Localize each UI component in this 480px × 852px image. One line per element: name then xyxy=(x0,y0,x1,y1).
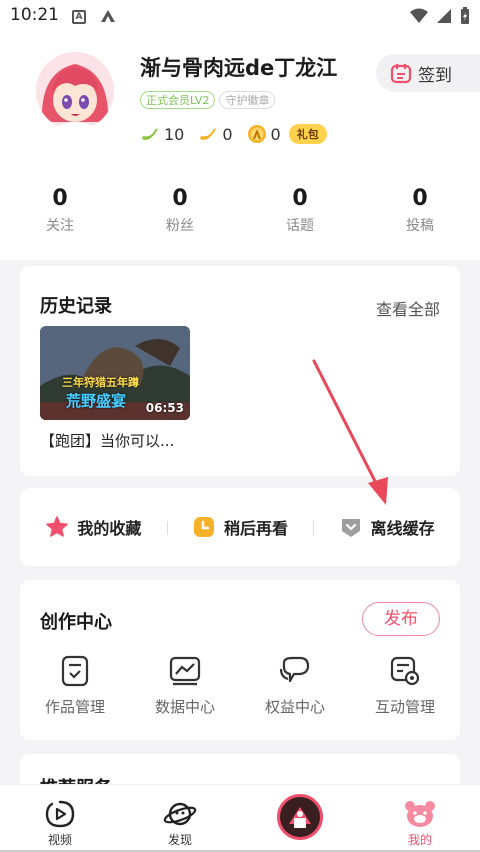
nav-video[interactable]: 视频 xyxy=(0,785,120,852)
avatar[interactable] xyxy=(36,52,114,130)
download-icon xyxy=(341,519,360,537)
see-all-link[interactable]: 查看全部 xyxy=(376,296,440,320)
works-icon xyxy=(61,655,89,687)
publish-button[interactable]: 发布 xyxy=(362,602,440,636)
status-time: 10:21 xyxy=(10,5,59,25)
stat-submissions[interactable]: 0 投稿 xyxy=(360,186,480,235)
offline-cache-button[interactable]: 离线缓存 xyxy=(313,515,460,539)
guardian-badge[interactable]: 守护徽章 xyxy=(219,91,276,109)
username[interactable]: 渐与骨肉远de丁龙江 xyxy=(140,52,337,82)
nav-label: 视频 xyxy=(47,833,72,847)
badges: 正式会员LV2 守护徽章 xyxy=(140,91,276,109)
watch-later-label: 稍后再看 xyxy=(224,519,289,538)
bear-face-icon xyxy=(405,801,435,827)
calendar-icon xyxy=(390,64,412,84)
stat-value: 0 xyxy=(52,186,68,211)
signal-icon xyxy=(437,9,451,23)
banana-value: 10 xyxy=(164,124,185,144)
thumbnail-caption-main: 荒野盛宴 xyxy=(66,392,127,410)
banana-coin-count[interactable]: 0 xyxy=(198,124,233,144)
interaction-management-button[interactable]: 互动管理 xyxy=(350,654,460,717)
interaction-icon xyxy=(390,656,420,686)
rights-icon xyxy=(279,656,310,683)
stat-topics[interactable]: 0 话题 xyxy=(240,186,360,235)
stat-label: 投稿 xyxy=(406,218,434,234)
nav-label: 我的 xyxy=(407,833,432,847)
video-duration: 06:53 xyxy=(145,401,184,415)
works-management-button[interactable]: 作品管理 xyxy=(20,654,130,717)
stat-label: 话题 xyxy=(286,218,314,234)
status-bar: 10:21 A xyxy=(0,0,480,34)
tool-label: 互动管理 xyxy=(374,698,435,716)
favorites-label: 我的收藏 xyxy=(77,519,142,538)
offline-cache-label: 离线缓存 xyxy=(370,519,435,538)
stat-fans[interactable]: 0 粉丝 xyxy=(120,186,240,235)
stat-value: 0 xyxy=(412,186,428,211)
wifi-icon xyxy=(410,8,428,23)
watch-later-icon xyxy=(194,517,214,537)
banana-coin-value: 0 xyxy=(222,124,233,144)
profile-header: 渐与骨肉远de丁龙江 正式会员LV2 守护徽章 10 0 0 礼包 签到 0 关… xyxy=(0,34,480,260)
data-center-button[interactable]: 数据中心 xyxy=(130,654,240,717)
status-icons xyxy=(410,7,470,25)
stats-row: 0 关注 0 粉丝 0 话题 0 投稿 xyxy=(0,186,480,235)
tool-label: 作品管理 xyxy=(44,698,105,716)
planet-icon xyxy=(163,802,197,826)
creation-title: 创作中心 xyxy=(40,612,112,633)
nav-mine[interactable]: 我的 xyxy=(360,785,480,852)
stat-label: 关注 xyxy=(46,218,74,234)
favorites-button[interactable]: 我的收藏 xyxy=(20,515,167,539)
nav-label: 发现 xyxy=(167,833,192,847)
annotation-arrow xyxy=(312,359,388,505)
anime-avatar-icon xyxy=(36,52,114,130)
banana-count[interactable]: 10 xyxy=(140,125,184,144)
tool-label: 数据中心 xyxy=(154,698,215,716)
gift-badge[interactable]: 礼包 xyxy=(288,124,327,144)
stat-value: 0 xyxy=(172,186,188,211)
thumbnail-caption-top: 三年狩猎五年蹲 xyxy=(62,376,139,389)
creation-center-card: 创作中心 发布 作品管理 数据中心 权益中心 互动管理 xyxy=(20,580,460,740)
chart-icon xyxy=(169,656,201,686)
nav-center xyxy=(240,785,360,852)
star-icon xyxy=(46,516,69,537)
tool-label: 权益中心 xyxy=(264,698,325,716)
signin-button[interactable]: 签到 xyxy=(376,54,480,92)
a-coin-count[interactable]: 0 xyxy=(247,124,281,144)
signin-label: 签到 xyxy=(418,65,452,86)
a-coin-value: 0 xyxy=(270,124,281,144)
battery-icon xyxy=(461,7,469,24)
history-title: 历史记录 xyxy=(40,296,112,317)
notification-triangle-icon xyxy=(101,10,115,22)
video-play-icon xyxy=(45,800,75,828)
coin-row: 10 0 0 礼包 xyxy=(140,124,327,144)
notification-a-icon: A xyxy=(72,10,86,24)
a-coin-icon xyxy=(247,125,266,143)
creation-tools: 作品管理 数据中心 权益中心 互动管理 xyxy=(20,654,460,717)
stat-label: 粉丝 xyxy=(166,218,194,234)
center-action-button[interactable] xyxy=(277,793,323,840)
nav-discover[interactable]: 发现 xyxy=(120,785,240,852)
watch-later-button[interactable]: 稍后再看 xyxy=(166,515,314,539)
center-logo-icon xyxy=(289,806,311,828)
stat-value: 0 xyxy=(292,186,308,211)
history-video-thumbnail[interactable]: 三年狩猎五年蹲 荒野盛宴 06:53 xyxy=(40,326,190,420)
banana-icon xyxy=(142,128,158,140)
stat-following[interactable]: 0 关注 xyxy=(0,186,120,235)
history-video-title[interactable]: 【跑团】当你可以... xyxy=(40,430,174,451)
member-level-badge[interactable]: 正式会员LV2 xyxy=(140,91,216,109)
bottom-nav: 视频 发现 我的 xyxy=(0,784,480,852)
banana-coin-icon xyxy=(200,128,217,140)
rights-center-button[interactable]: 权益中心 xyxy=(240,654,350,717)
